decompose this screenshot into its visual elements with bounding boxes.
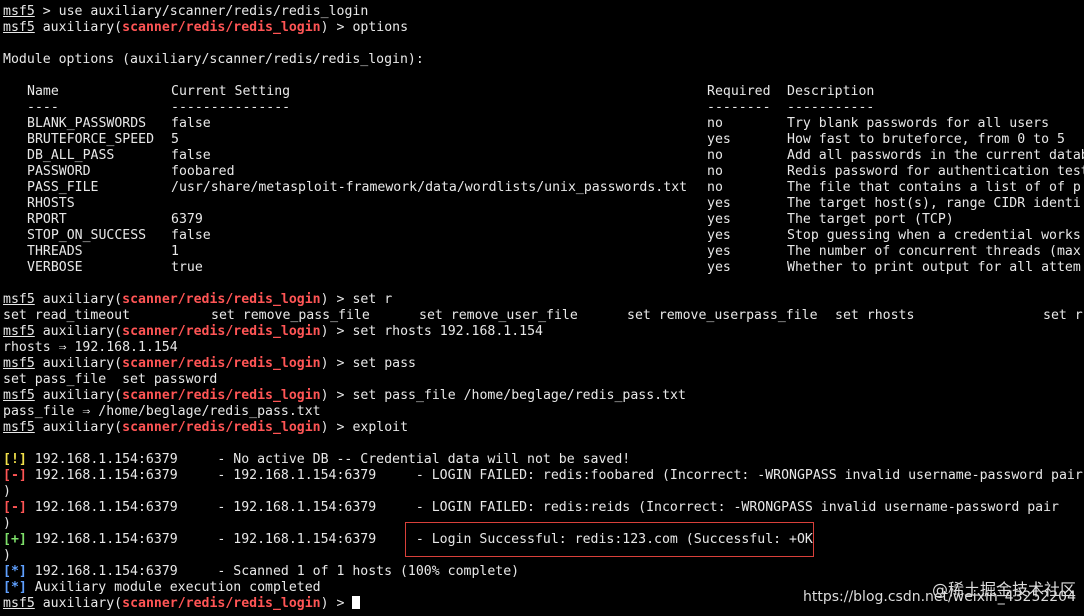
output-text: 192.168.1.154:6379 - 192.168.1.154:6379 …	[26, 500, 1059, 515]
status-tag: [-]	[3, 500, 27, 515]
prompt-line: msf5 auxiliary(scanner/redis/redis_login…	[3, 20, 409, 35]
status-tag: [*]	[3, 564, 27, 579]
options-header: Name Current Setting Required Descriptio…	[27, 84, 875, 99]
option-description: How fast to bruteforce, from 0 to 5	[787, 132, 1065, 147]
text-cursor	[352, 596, 361, 609]
tab-completions: set read_timeout set remove_pass_file se…	[3, 308, 1083, 323]
option-required: no	[707, 148, 723, 163]
option-description: Redis password for authentication test	[787, 164, 1084, 179]
prompt-line: msf5 auxiliary(scanner/redis/redis_login…	[3, 324, 543, 339]
option-description: The target host(s), range CIDR identi	[787, 196, 1081, 211]
prompt-line: msf5 auxiliary(scanner/redis/redis_login…	[3, 292, 393, 307]
option-setting: 1	[171, 244, 179, 259]
output-text: )	[3, 484, 11, 499]
option-description: Whether to print output for all attem	[787, 260, 1081, 275]
option-description: Stop guessing when a credential works	[787, 228, 1081, 243]
output-text: )	[3, 516, 11, 531]
prompt-line: msf5 auxiliary(scanner/redis/redis_login…	[3, 420, 409, 435]
option-name: BLANK_PASSWORDS	[27, 116, 147, 131]
option-description: Add all passwords in the current databas…	[787, 148, 1084, 163]
prompt-line: msf5 auxiliary(scanner/redis/redis_login…	[3, 388, 686, 403]
options-row: RPORT 6379 yes The target port (TCP)	[3, 212, 1084, 228]
output-text: 192.168.1.154:6379 - Scanned 1 of 1 host…	[26, 564, 520, 579]
option-setting: false	[171, 148, 211, 163]
option-required: yes	[707, 228, 731, 243]
prompt-line: msf5 auxiliary(scanner/redis/redis_login…	[3, 356, 416, 371]
options-title: Module options (auxiliary/scanner/redis/…	[3, 52, 424, 67]
option-required: yes	[707, 244, 731, 259]
option-setting: /usr/share/metasploit-framework/data/wor…	[171, 180, 688, 195]
prompt-line: msf5 > use auxiliary/scanner/redis/redis…	[3, 4, 369, 19]
output-text: 192.168.1.154:6379 - No active DB -- Cre…	[26, 452, 631, 467]
output-text: Auxiliary module execution completed	[26, 580, 321, 595]
command-text: options	[352, 20, 409, 35]
option-name: DB_ALL_PASS	[27, 148, 115, 163]
output-line: [-] 192.168.1.154:6379 - 192.168.1.154:6…	[3, 468, 1084, 484]
option-required: no	[707, 164, 723, 179]
options-table: BLANK_PASSWORDS false no Try blank password…	[3, 116, 1084, 276]
option-required: yes	[707, 212, 731, 227]
option-required: yes	[707, 132, 731, 147]
options-rule: ---- --------------- -------- ----------…	[27, 100, 875, 115]
option-name: VERBOSE	[27, 260, 83, 275]
option-setting: 5	[171, 132, 179, 147]
options-row: THREADS 1 yes The number of concurrent thre…	[3, 244, 1084, 260]
option-setting: false	[171, 116, 211, 131]
option-name: THREADS	[27, 244, 83, 259]
option-name: RPORT	[27, 212, 67, 227]
output-line: [-] 192.168.1.154:6379 - 192.168.1.154:6…	[3, 500, 1084, 516]
option-required: yes	[707, 196, 731, 211]
status-tag: [!]	[3, 452, 27, 467]
output-line: )	[3, 484, 1084, 500]
output-text: )	[3, 548, 11, 563]
watermark-url: https://blog.csdn.net/weixin_43252204	[802, 589, 1076, 605]
option-description: Try blank passwords for all users	[787, 116, 1050, 131]
options-row: PASSWORD foobared no Redis password for aut…	[3, 164, 1084, 180]
command-text: use auxiliary/scanner/redis/redis_login	[58, 4, 369, 19]
options-row: PASS_FILE/usr/share/metasploit-framework…	[3, 180, 1084, 196]
prompt-user: msf5	[3, 4, 35, 19]
option-name: BRUTEFORCE_SPEED	[27, 132, 155, 147]
output-text: 192.168.1.154:6379 - 192.168.1.154:6379 …	[26, 468, 1083, 483]
option-required: no	[707, 180, 723, 195]
status-tag: [*]	[3, 580, 27, 595]
option-required: no	[707, 116, 723, 131]
module-path: scanner/redis/redis_login	[122, 20, 321, 35]
options-row: VERBOSE true yes Whether to print output fo…	[3, 260, 1084, 276]
options-row: DB_ALL_PASS false no Add all passwords in t…	[3, 148, 1084, 164]
option-description: The target port (TCP)	[787, 212, 954, 227]
option-setting: 6379	[171, 212, 203, 227]
command-result: pass_file ⇒ /home/beglage/redis_pass.txt	[3, 404, 321, 419]
output-line: [!] 192.168.1.154:6379 - No active DB --…	[3, 452, 1084, 468]
option-name: STOP_ON_SUCCESS	[27, 228, 147, 243]
option-description: The file that contains a list of of p	[787, 180, 1081, 195]
option-setting: foobared	[171, 164, 235, 179]
option-setting: false	[171, 228, 211, 243]
options-row: BLANK_PASSWORDS false no Try blank password…	[3, 116, 1084, 132]
options-row: RHOSTS yes The target host(s), range CIDR …	[3, 196, 1084, 212]
option-description: The number of concurrent threads (max	[787, 244, 1081, 259]
status-tag: [+]	[3, 532, 27, 547]
output-line: [*] 192.168.1.154:6379 - Scanned 1 of 1 …	[3, 564, 1084, 580]
success-highlight-box	[405, 522, 814, 557]
command-result: rhosts ⇒ 192.168.1.154	[3, 340, 178, 355]
option-name: RHOSTS	[27, 196, 75, 211]
options-row: BRUTEFORCE_SPEED 5 yes How fast to brutefor…	[3, 132, 1084, 148]
option-required: yes	[707, 260, 731, 275]
option-name: PASS_FILE	[27, 180, 99, 195]
options-row: STOP_ON_SUCCESS false yes Stop guessing whe…	[3, 228, 1084, 244]
option-setting: true	[171, 260, 203, 275]
tab-completions: set pass_file set password	[3, 372, 218, 387]
status-tag: [-]	[3, 468, 27, 483]
option-name: PASSWORD	[27, 164, 91, 179]
